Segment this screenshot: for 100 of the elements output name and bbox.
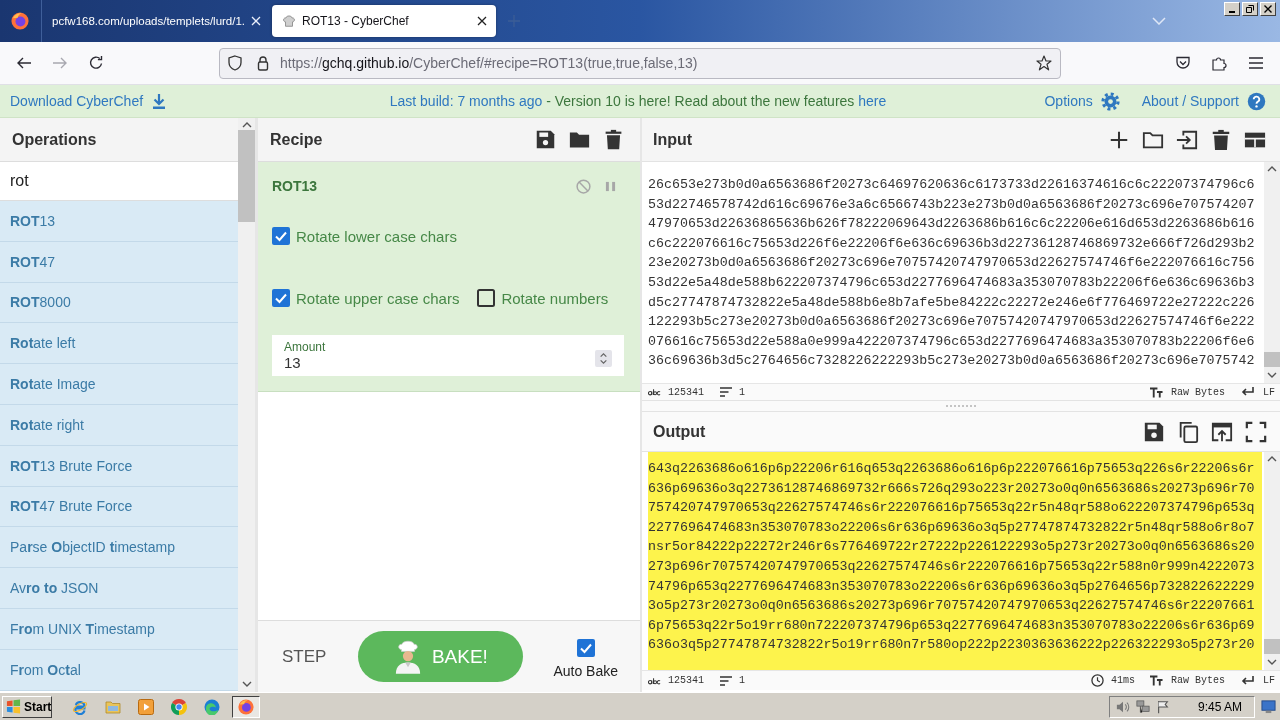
encoding-button[interactable]: Raw Bytes (1149, 386, 1225, 398)
return-arrow-icon (1241, 387, 1254, 397)
operation-item[interactable]: From UNIX Timestamp (0, 608, 238, 650)
copy-icon[interactable] (1177, 420, 1199, 443)
import-arrow-icon[interactable] (1176, 128, 1198, 151)
flag-icon[interactable] (1155, 699, 1170, 714)
browser-tab[interactable]: ROT13 - CyberChef (272, 5, 496, 37)
line-count: 1 (739, 675, 746, 686)
firefox-icon (238, 698, 254, 715)
menu-icon[interactable] (1248, 55, 1264, 71)
scrollbar[interactable] (238, 118, 255, 692)
internet-explorer-icon[interactable] (72, 698, 88, 715)
bake-button[interactable]: BAKE! (358, 631, 524, 682)
close-icon[interactable] (477, 16, 487, 26)
speaker-icon[interactable] (1115, 699, 1130, 714)
character-count-icon (648, 388, 661, 396)
encoding-button[interactable]: Raw Bytes (1149, 675, 1225, 686)
save-icon[interactable] (535, 129, 556, 150)
browser-tab[interactable]: pcfw168.com/uploads/templets/lurd/1. (42, 5, 270, 37)
close-window-button[interactable] (1260, 2, 1276, 16)
window-upload-icon[interactable] (1211, 420, 1233, 443)
operation-item[interactable]: Rotate left (0, 323, 238, 365)
operation-item[interactable]: ROT13 (0, 201, 238, 242)
scrollbar-thumb[interactable] (1264, 352, 1280, 367)
puzzle-piece-icon[interactable] (1211, 55, 1227, 71)
chevron-down-icon[interactable] (1267, 659, 1277, 665)
chef-icon (393, 639, 422, 674)
line-count-icon (720, 387, 732, 397)
scrollbar[interactable] (1264, 452, 1280, 670)
clock-icon (1090, 674, 1104, 687)
minimize-button[interactable] (1224, 2, 1240, 16)
restore-icon (1246, 5, 1254, 13)
show-desktop-icon[interactable] (1261, 699, 1276, 714)
fullscreen-icon[interactable] (1245, 420, 1267, 443)
download-link[interactable]: Download CyberChef (10, 93, 168, 109)
operation-item[interactable]: ROT47 Brute Force (0, 486, 238, 528)
reload-icon[interactable] (88, 55, 104, 71)
input-field[interactable]: 26c653e273b0d0a6563686f20273c64697620636c6173733d22616374616c6c22207374796c6 53d22746578742d616c69676e3a6c6566743b223e273b0d0a6563686f20273c696e707574207 47970653d22636865636b626f78222069643d2263686b616c6c22206e616d653d2263686b616 c6c222076616c75653d226f6e22206f6e636c69636b3d22736128746869732e666f726d293b2 23e20273b0d0a6563686f20273c696e70757420747970653d22627574746f6e222076616c756 53d22e5a48de588b622207374796c653d2277696474683a353070783b22206f6e636c69636b3 d5c27747874732822e5a48de588b6e8b7afe5be84222c22272e246e6f776469722e27222c226 122293b5c273e20273b0d0a6563686f20273c696e70757420747970653d22627574746f6e222 076616c75653d22e588a0e999a422207374796c653d2277696474683a353070783b22206f6e6 36c69636b3d5c2764656c7328226222293b5c273e20273b0d0a6563686f20273c696e7075742 (642, 162, 1264, 383)
line-ending-button[interactable]: LF (1241, 675, 1275, 686)
download-icon (151, 93, 168, 109)
chevron-down-icon[interactable] (241, 681, 252, 687)
edge-icon[interactable] (204, 698, 220, 715)
checkbox-label: Rotate upper case chars (296, 289, 460, 307)
last-build-link[interactable]: Last build: 7 months ago (389, 93, 543, 109)
amount-field[interactable]: Amount 13 (272, 335, 624, 376)
chevron-up-icon[interactable] (241, 122, 252, 128)
return-arrow-icon (1241, 675, 1254, 686)
about-support-link[interactable]: About / Support (1141, 91, 1266, 111)
operation-item[interactable]: Rotate Image (0, 364, 238, 405)
help-icon (1247, 91, 1266, 111)
line-ending-button[interactable]: LF (1241, 386, 1275, 398)
scrollbar-thumb[interactable] (238, 130, 255, 222)
checkbox[interactable] (272, 227, 290, 245)
clock-time[interactable]: 9:45 AM (1197, 699, 1242, 714)
start-button[interactable]: Start (2, 695, 52, 718)
windows-logo-icon (6, 699, 21, 714)
trash-icon[interactable] (603, 129, 624, 150)
panel-title: Operations (12, 130, 97, 149)
pocket-icon[interactable] (1175, 55, 1191, 71)
operation-item[interactable]: Parse ObjectID timestamp (0, 527, 238, 569)
features-link[interactable]: here (858, 93, 887, 109)
options-link[interactable]: Options (1044, 91, 1120, 111)
checkbox-label: Auto Bake (553, 662, 618, 679)
address-bar[interactable]: https://gchq.github.io/CyberChef/#recipe=ROT13(true,true,false,13) (219, 47, 1061, 79)
operation-title: ROT13 (272, 178, 319, 194)
lock-icon[interactable] (255, 55, 271, 71)
output-text: 643q2263686o616p6p22206r616q653q2263686o616p6p222076616p75653q226s6r22206s6r 636p69636o3q22736128746869732r666s726q293o223r20273o0q0n6563686s20273p696r70 757420747970653q22627574746s6r222076616p75653q22r5n48qr588o622207374796p653q 2277696474683n353070783o22206s6r636p69636o3q5p27747874732822r5n48qr588o6r8o7 nsr5or84222p22272r246r6s776469722r27222p226122293o5p273r20273o0q0n6563686s20 273p696r70757420747970653q22627574746s6r222076616p75653q22r588n0r999n4222073 74796p653q2277696474683n353070783o22206s6r636p69636o3q5p2764656p732822622229 3o5p273r20273o0q0n6563686s20273p696r70757420747970653q22627574746s6r22207661 6p75653q22r5o19rr680n722207374796p653q2277696474683n353070783o22206s6r636p69 636o3q5p27747874732822r5o19rr680n7r580op222p2230363636222p226322293o5p273r20 (648, 452, 1262, 670)
line-count: 1 (739, 386, 746, 398)
operation-item[interactable]: Rotate right (0, 405, 238, 446)
save-icon[interactable] (1143, 420, 1165, 443)
restore-button[interactable] (1242, 2, 1258, 16)
star-icon[interactable] (1036, 55, 1052, 71)
scrollbar-thumb[interactable] (1264, 639, 1280, 654)
stepper-arrows-icon[interactable] (595, 350, 612, 367)
text-format-icon (1149, 675, 1163, 686)
character-count: 125341 (668, 386, 704, 398)
chevron-up-icon[interactable] (1267, 456, 1277, 462)
resize-handle[interactable] (642, 400, 1280, 412)
media-player-icon[interactable] (138, 698, 154, 715)
network-icon[interactable] (1135, 699, 1150, 714)
back-arrow-icon[interactable] (16, 55, 32, 71)
checkbox[interactable] (272, 289, 290, 307)
checkbox[interactable] (477, 289, 496, 307)
chevron-down-icon[interactable] (1267, 372, 1277, 378)
operation-item[interactable]: ROT47 (0, 241, 238, 283)
character-count: 125341 (668, 675, 704, 686)
step-button[interactable]: STEP (282, 646, 327, 667)
shield-icon[interactable] (227, 55, 243, 71)
taskbar-button[interactable] (232, 695, 260, 718)
operation-item[interactable]: Avro to JSON (0, 568, 238, 609)
chrome-icon[interactable] (171, 698, 187, 715)
character-count-icon (648, 676, 661, 685)
scrollbar[interactable] (1264, 162, 1280, 383)
firefox-logo-icon[interactable] (11, 12, 29, 30)
operation-item[interactable]: From Octal (0, 649, 238, 691)
chevron-up-icon[interactable] (1267, 166, 1277, 172)
trash-icon[interactable] (1210, 128, 1232, 151)
operation-item[interactable]: ROT13 Brute Force (0, 445, 238, 487)
checkbox[interactable] (576, 638, 595, 657)
operation-item[interactable]: ROT8000 (0, 282, 238, 324)
